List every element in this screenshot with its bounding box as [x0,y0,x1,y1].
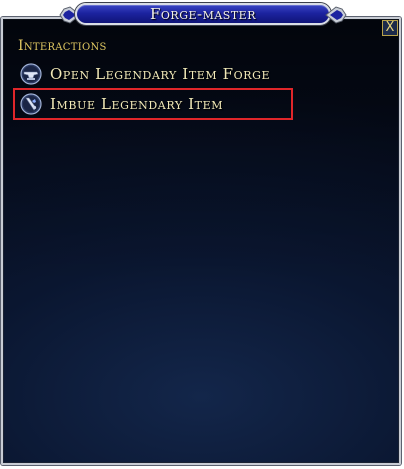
open-legendary-item-forge-option[interactable]: Open Legendary Item Forge [20,61,270,87]
title-ornament-right-icon [325,6,347,24]
interactions-header: Interactions [18,38,107,54]
forge-anvil-icon [20,63,42,85]
close-button[interactable]: X [382,20,398,36]
window-title-plate[interactable]: Forge-master [58,1,348,28]
window-title: Forge-master [150,5,256,23]
close-icon: X [385,20,395,35]
option-label: Open Legendary Item Forge [50,65,271,83]
option-label: Imbue Legendary Item [50,95,224,113]
imbue-sword-icon [20,93,42,115]
title-bar[interactable]: Forge-master [75,3,331,25]
imbue-legendary-item-option[interactable]: Imbue Legendary Item [20,91,223,117]
